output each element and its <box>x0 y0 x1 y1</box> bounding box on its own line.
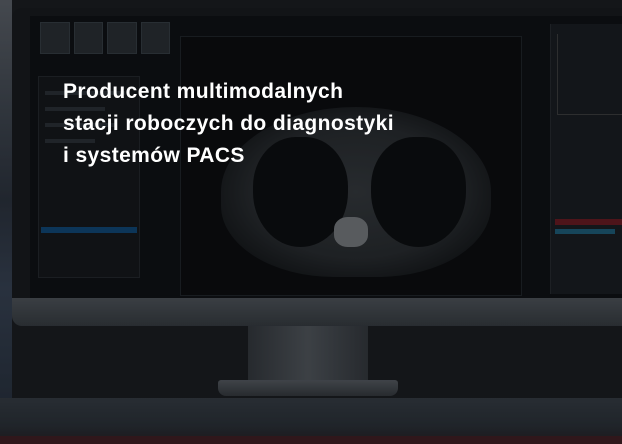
hero-banner: Producent multimodalnych stacji roboczyc… <box>0 0 622 444</box>
headline-line: stacji roboczych do diagnostyki <box>63 112 394 135</box>
headline-line: i systemów PACS <box>63 144 245 167</box>
hero-headline: Producent multimodalnych stacji roboczyc… <box>63 76 583 172</box>
dark-overlay <box>0 0 622 444</box>
headline-line: Producent multimodalnych <box>63 80 344 103</box>
